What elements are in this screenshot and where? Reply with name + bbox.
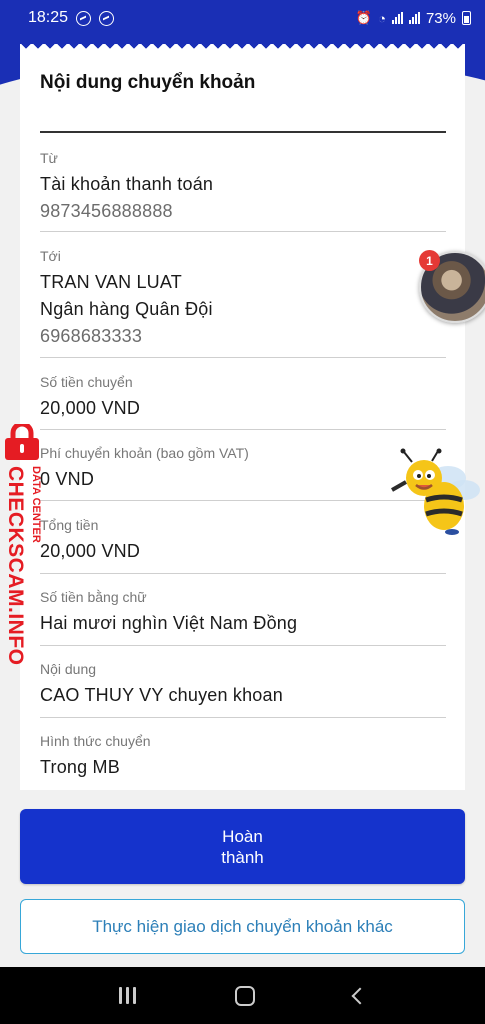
messenger-icon	[76, 10, 92, 26]
field-amount: Số tiền chuyển 20,000 VND	[40, 374, 446, 419]
field-to: Tới TRAN VAN LUAT Ngân hàng Quân Đội 696…	[40, 248, 446, 347]
messenger-icon	[99, 10, 115, 26]
page-title: Nội dung chuyển khoản	[40, 72, 256, 93]
field-label: Từ	[40, 150, 58, 166]
recipient-bank: Ngân hàng Quân Đội	[40, 299, 213, 319]
status-left: 18:25	[28, 9, 115, 27]
field-label: Hình thức chuyển	[40, 733, 151, 749]
status-time: 18:25	[28, 9, 69, 26]
watermark-sub: DATA CENTER	[30, 466, 42, 543]
wifi-icon: ◔	[378, 10, 386, 26]
divider	[40, 357, 446, 358]
watermark-site: CHECKSCAM.INFO	[4, 466, 27, 666]
done-button[interactable]: Hoàn thành	[20, 809, 465, 884]
new-transfer-button[interactable]: Thực hiện giao dịch chuyển khoản khác	[20, 899, 465, 954]
chat-head-badge: 1	[419, 250, 440, 271]
field-label: Tới	[40, 248, 61, 264]
method-value: Trong MB	[40, 757, 120, 777]
home-icon[interactable]	[234, 985, 255, 1006]
done-button-label-line2: thành	[221, 847, 264, 867]
status-right: ⏰ ◔ 73%	[356, 10, 471, 27]
field-label: Số tiền chuyển	[40, 374, 133, 390]
content-value: CAO THUY VY chuyen khoan	[40, 685, 283, 705]
signal-icon	[408, 12, 420, 24]
alarm-icon: ⏰	[355, 10, 373, 25]
recipient-account-number: 6968683333	[40, 326, 143, 346]
amount-value: 20,000 VND	[40, 398, 141, 418]
from-account-number: 9873456888888	[40, 201, 173, 221]
field-method: Hình thức chuyển Trong MB	[40, 733, 446, 778]
recipient-name: TRAN VAN LUAT	[40, 272, 182, 292]
total-value: 20,000 VND	[40, 541, 141, 561]
from-account-type: Tài khoản thanh toán	[40, 174, 214, 194]
done-button-label-line1: Hoàn	[222, 826, 263, 846]
amount-words-value: Hai mươi nghìn Việt Nam Đồng	[40, 613, 298, 633]
title-divider	[40, 131, 446, 133]
divider	[40, 717, 446, 718]
field-amount-words: Số tiền bằng chữ Hai mươi nghìn Việt Nam…	[40, 589, 446, 634]
status-bar: 18:25 ⏰ ◔ 73%	[0, 0, 485, 36]
battery-percent: 73%	[425, 9, 456, 27]
divider	[40, 645, 446, 646]
divider	[40, 429, 446, 430]
signal-icon	[391, 12, 403, 24]
bee-mascot-icon	[391, 448, 480, 535]
field-content: Nội dung CAO THUY VY chuyen khoan	[40, 661, 446, 706]
field-label: Số tiền bằng chữ	[40, 589, 147, 605]
system-nav-bar	[0, 967, 485, 1024]
battery-icon	[462, 11, 471, 25]
lock-icon	[5, 424, 39, 460]
recents-icon[interactable]	[119, 987, 137, 1004]
divider	[40, 573, 446, 574]
field-label: Nội dung	[40, 661, 97, 677]
back-icon[interactable]	[351, 987, 369, 1004]
field-from: Từ Tài khoản thanh toán 9873456888888	[40, 150, 446, 222]
divider	[40, 231, 446, 232]
